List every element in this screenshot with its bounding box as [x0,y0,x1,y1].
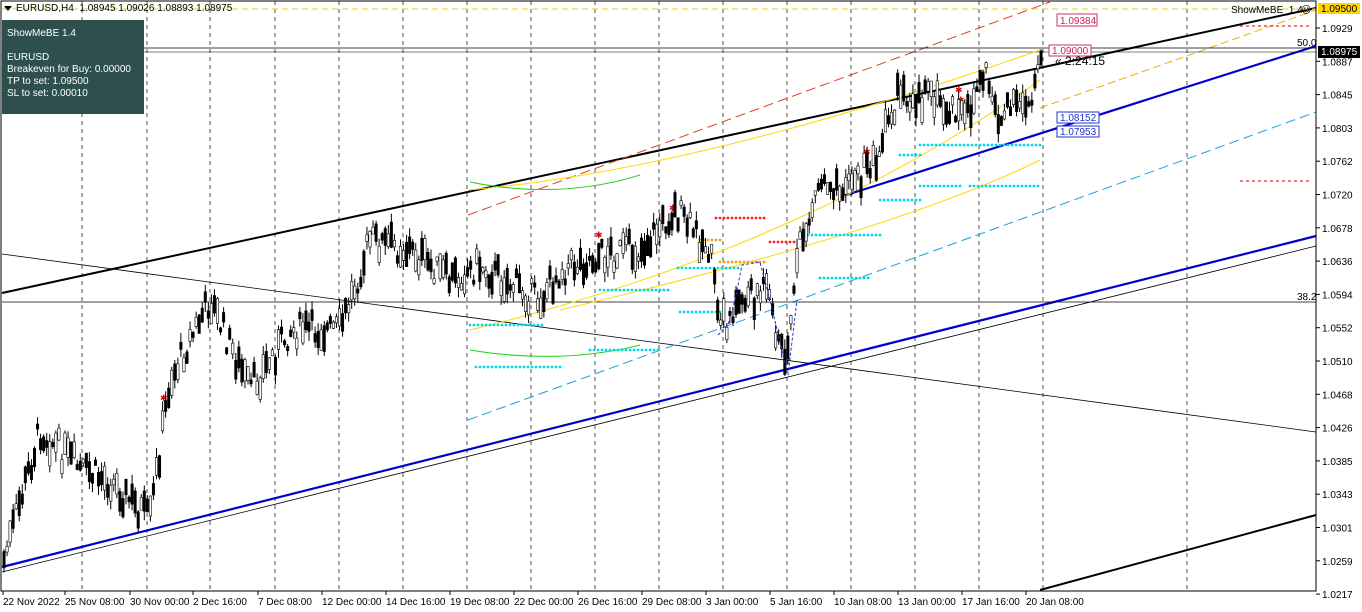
panel-title: ShowMeBE 1.4 [7,28,76,39]
time-tick-label: 26 Dec 16:00 [578,597,638,608]
time-tick-label: 17 Jan 16:00 [962,597,1020,608]
time-tick-label: 10 Jan 08:00 [834,597,892,608]
price-tick-label: 1.0720 [1322,191,1353,202]
time-tick-label: 2 Dec 16:00 [193,597,247,608]
menu-triangle-icon[interactable] [4,6,12,11]
time-tick-label: 30 Nov 00:00 [130,597,190,608]
time-axis: 22 Nov 2022 25 Nov 08:00 30 Nov 00:00 2 Dec… [2,591,1084,608]
price-tick-label: 1.0803 [1322,124,1353,135]
indicator-panel: ShowMeBE 1.4 EURUSD Breakeven for Buy: 0… [2,20,144,114]
panel-breakeven: Breakeven for Buy: 0.00000 [7,64,131,75]
panel-sl: SL to set: 0.00010 [7,88,88,99]
fib-50-label: 50.0 [1297,38,1317,49]
indicator-label: ShowMeBE_1.4 [1231,5,1303,16]
blue-price-label-1: 1.08152 [1060,113,1097,124]
price-tick-label: 1.0594 [1322,290,1353,301]
price-tick-label: 1.0385 [1322,457,1353,468]
red-price-label: 1.09384 [1060,16,1097,27]
fib-382-label: 38.2 [1297,292,1317,303]
price-tick-label: 1.0887 [1322,57,1353,68]
price-tick-label: 1.0678 [1322,224,1353,235]
panel-tp: TP to set: 1.09500 [7,76,89,87]
ohlc-values: 1.08945 1.09026 1.08893 1.08975 [79,3,233,14]
bar-countdown: « 2:24:15 [1055,54,1106,68]
blue-price-label-2: 1.07953 [1060,127,1097,138]
price-axis: 1.0929 1.0887 1.0845 1.0803 1.0762 1.0720 1.06… [1315,1,1353,601]
time-tick-label: 20 Jan 08:00 [1026,597,1084,608]
price-tick-label: 1.0929 [1322,24,1353,35]
price-tick-label: 1.0552 [1322,324,1353,335]
time-tick-label: 14 Dec 16:00 [386,597,446,608]
price-tick-label: 1.0301 [1322,524,1353,535]
time-tick-label: 12 Dec 00:00 [322,597,382,608]
price-tick-label: 1.0426 [1322,424,1353,435]
time-tick-label: 25 Nov 08:00 [65,597,125,608]
price-tick-label: 1.0468 [1322,390,1353,401]
panel-symbol: EURUSD [7,52,50,63]
svg-text:✱: ✱ [595,230,603,240]
current-price-label: 1.08975 [1321,47,1358,58]
price-tick-label: 1.0217 [1322,590,1353,601]
chart-header: EURUSD,H4 1.08945 1.09026 1.08893 1.0897… [4,3,232,14]
price-tick-label: 1.0845 [1322,91,1353,102]
price-tick-label: 1.0762 [1322,157,1353,168]
time-tick-label: 22 Dec 00:00 [514,597,574,608]
chart-frame [0,0,1317,592]
time-tick-label: 13 Jan 00:00 [898,597,956,608]
price-chart[interactable]: ✱✱✱✱✱✱ 1.09291.08871.08451.08031.07621.0… [0,0,1362,612]
tp-price-label: 1.09500 [1321,4,1358,15]
time-tick-label: 29 Dec 08:00 [642,597,702,608]
price-tick-label: 1.0510 [1322,357,1353,368]
smiley-icon: ☺ [1301,5,1312,16]
symbol-timeframe: EURUSD,H4 [16,3,74,14]
time-tick-label: 7 Dec 08:00 [258,597,312,608]
price-tick-label: 1.0636 [1322,257,1353,268]
price-tick-label: 1.0343 [1322,490,1353,501]
time-tick-label: 3 Jan 00:00 [706,597,759,608]
price-tick-label: 1.0259 [1322,557,1353,568]
time-tick-label: 22 Nov 2022 [3,597,60,608]
time-tick-label: 5 Jan 16:00 [770,597,823,608]
time-tick-label: 19 Dec 08:00 [450,597,510,608]
